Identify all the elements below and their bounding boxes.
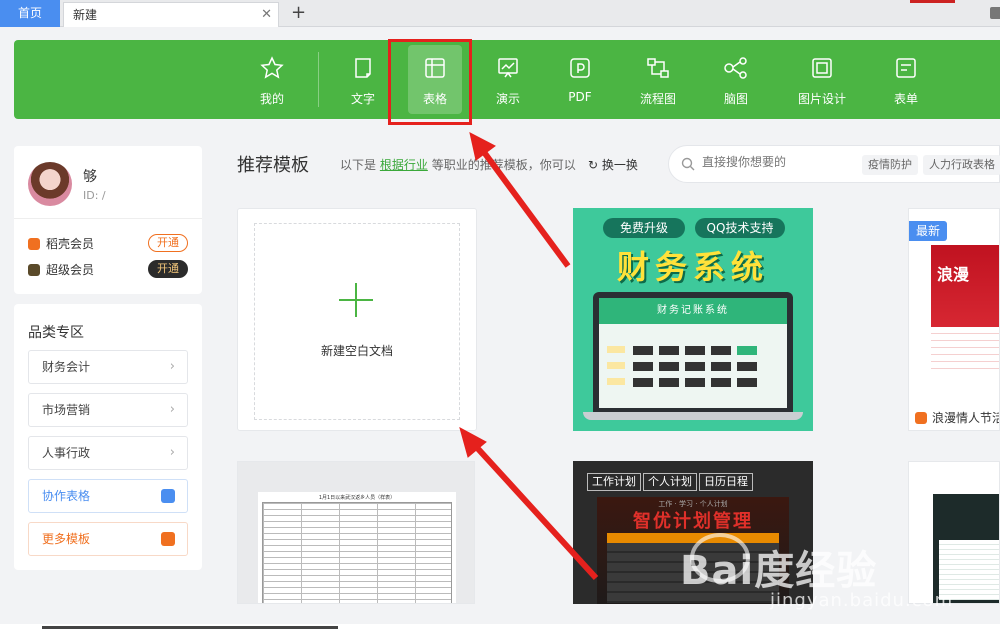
arrow-line (475, 142, 571, 268)
arrow-head (469, 132, 496, 161)
arrow-line (467, 437, 599, 581)
watermark-brand: Bai度经验 (680, 548, 878, 594)
annotation-arrows (459, 132, 599, 581)
watermark-url: jingyan.baidu.com (770, 590, 954, 611)
